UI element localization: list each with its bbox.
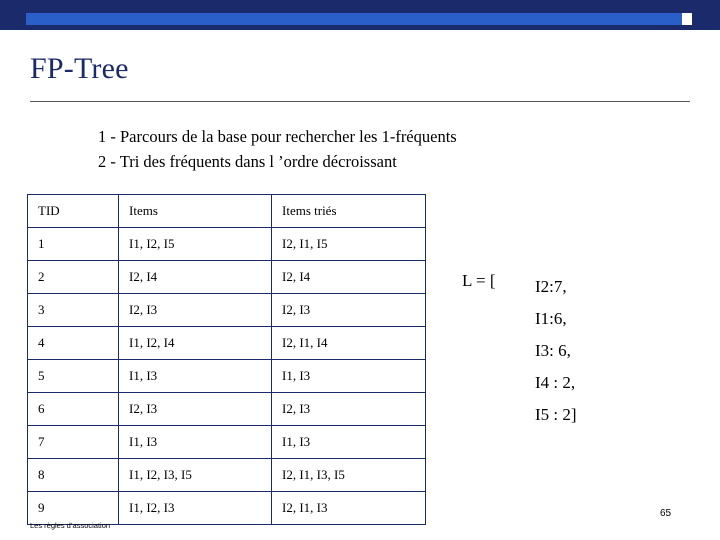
cell-items-tries: I2, I1, I3 [271,491,426,525]
banner-notch [682,13,692,25]
cell-tid: 6 [27,392,119,426]
cell-tid: 4 [27,326,119,360]
table-header-row: TID Items Items triés [27,194,426,228]
table-row: 5 I1, I3 I1, I3 [27,359,426,393]
cell-items: I2, I3 [118,392,272,426]
cell-items: I1, I3 [118,359,272,393]
cell-items-tries: I2, I3 [271,293,426,327]
table-row: 4 I1, I2, I4 I2, I1, I4 [27,326,426,360]
cell-tid: 7 [27,425,119,459]
column-header-tid: TID [27,194,119,228]
table-row: 2 I2, I4 I2, I4 [27,260,426,294]
column-header-items-tries: Items triés [271,194,426,228]
table-row: 8 I1, I2, I3, I5 I2, I1, I3, I5 [27,458,426,492]
list-item: I5 : 2] [535,405,577,424]
footer-note: Les règles d’association [30,521,111,530]
banner-navy-stripe [26,0,682,13]
table-row: 9 I1, I2, I3 I2, I1, I3 [27,491,426,525]
cell-items: I1, I2, I4 [118,326,272,360]
list-item: I4 : 2, [535,373,576,392]
list-item: I1:6, [535,309,567,328]
cell-items-tries: I2, I1, I5 [271,227,426,261]
list-item: I2:7, [535,277,567,296]
table-row: 7 I1, I3 I1, I3 [27,425,426,459]
table-row: 3 I2, I3 I2, I3 [27,293,426,327]
cell-tid: 5 [27,359,119,393]
list-item: I3: 6, [535,341,571,360]
list-l-label: L = [ [462,271,496,290]
cell-items: I1, I2, I3 [118,491,272,525]
cell-tid: 3 [27,293,119,327]
cell-items-tries: I1, I3 [271,425,426,459]
subtitle-line-1: 1 - Parcours de la base pour rechercher … [98,127,457,146]
subtitle-block: 1 - Parcours de la base pour rechercher … [98,124,457,174]
table-row: 6 I2, I3 I2, I3 [27,392,426,426]
cell-tid: 8 [27,458,119,492]
list-l-items: I2:7, I1:6, I3: 6, I4 : 2, I5 : 2] [535,271,577,431]
banner-blue-stripe [26,13,682,25]
cell-items-tries: I2, I3 [271,392,426,426]
cell-items: I2, I3 [118,293,272,327]
banner-navy-stripe-lower [26,25,682,30]
cell-items-tries: I2, I4 [271,260,426,294]
transactions-table: TID Items Items triés 1 I1, I2, I5 I2, I… [27,194,426,525]
table-row: 1 I1, I2, I5 I2, I1, I5 [27,227,426,261]
cell-items-tries: I2, I1, I4 [271,326,426,360]
cell-tid: 9 [27,491,119,525]
cell-tid: 2 [27,260,119,294]
cell-items-tries: I1, I3 [271,359,426,393]
subtitle-line-2: 2 - Tri des fréquents dans l ’ordre décr… [98,152,397,171]
cell-items: I2, I4 [118,260,272,294]
cell-items: I1, I2, I5 [118,227,272,261]
cell-tid: 1 [27,227,119,261]
page-title: FP-Tree [30,52,129,85]
cell-items-tries: I2, I1, I3, I5 [271,458,426,492]
banner-left-block [0,0,26,30]
cell-items: I1, I3 [118,425,272,459]
slide-top-banner [0,0,720,30]
column-header-items: Items [118,194,272,228]
page-number: 65 [660,508,672,519]
title-divider [30,101,690,102]
cell-items: I1, I2, I3, I5 [118,458,272,492]
